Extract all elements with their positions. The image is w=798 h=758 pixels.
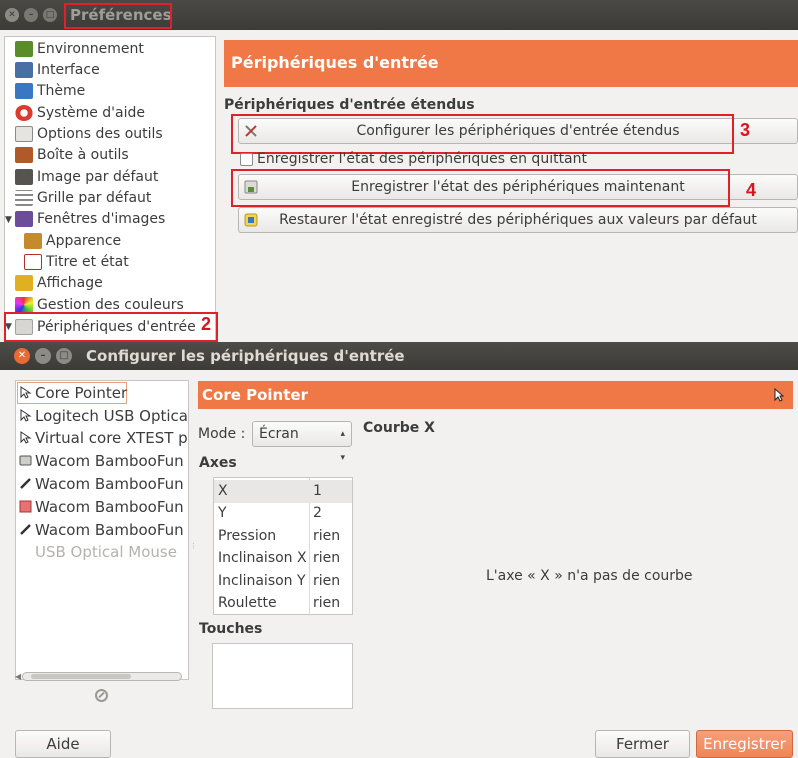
save-on-exit-label: Enregistrer l'état des périphériques en …: [257, 151, 587, 167]
display-icon: [15, 275, 33, 291]
configure-input-devices-window: ✕ – □ Configurer les périphériques d'ent…: [0, 342, 798, 758]
keys-label: Touches: [199, 621, 263, 637]
extended-devices-section-label: Périphériques d'entrée étendus: [224, 97, 475, 113]
device-list: Core Pointer Logitech USB Optical Virtua…: [15, 380, 189, 680]
preferences-window: ✕ – □ Préférences 1 Environnement Interf…: [0, 0, 798, 345]
panel-title: Périphériques d'entrée: [231, 53, 439, 72]
close-button[interactable]: Fermer: [595, 730, 690, 758]
updown-arrows-icon: ▴ ▾: [340, 429, 345, 463]
title-status-icon: [24, 254, 42, 270]
toolbox-icon: [15, 147, 33, 163]
device-list-scrollbar[interactable]: [22, 672, 182, 681]
interface-icon: [15, 62, 33, 78]
axis-row-wheel[interactable]: Roulette rien: [214, 592, 352, 615]
maximize-window-icon[interactable]: □: [43, 8, 57, 22]
no-curve-message: L'axe « X » n'a pas de courbe: [486, 568, 693, 584]
tool-options-icon: [15, 126, 33, 142]
device-item-core-pointer[interactable]: Core Pointer: [16, 382, 188, 404]
preferences-category-tree: Environnement Interface Thème Système d'…: [4, 36, 216, 341]
input-devices-panel-header: Périphériques d'entrée: [224, 40, 798, 87]
annotation-number-4: 4: [746, 180, 757, 200]
minimize-window-icon[interactable]: –: [35, 348, 51, 364]
device-header: Core Pointer: [198, 381, 793, 409]
default-grid-icon: [15, 190, 33, 206]
axis-row-x[interactable]: X 1: [214, 480, 352, 503]
pointer-icon: [20, 386, 32, 399]
curve-title: Courbe X: [363, 420, 435, 436]
pane-grip-icon[interactable]: ⋮: [190, 542, 197, 550]
device-item-usb-optical-mouse[interactable]: USB Optical Mouse: [16, 541, 188, 563]
axis-row-y[interactable]: Y 2: [214, 502, 352, 525]
device-item-wacom-4[interactable]: Wacom BambooFun 4: [16, 519, 188, 541]
no-entry-icon: [95, 689, 108, 702]
pointer-icon: [20, 431, 32, 444]
device-title: Core Pointer: [202, 386, 308, 404]
help-lifebuoy-icon: [15, 105, 33, 121]
close-window-icon[interactable]: ✕: [14, 348, 30, 364]
axes-label: Axes: [199, 455, 237, 471]
color-management-icon: [15, 297, 33, 313]
annotation-box-4: [231, 169, 730, 207]
annotation-box-3: [231, 114, 734, 154]
restore-devices-default-button[interactable]: Restaurer l'état enregistré des périphér…: [238, 207, 798, 233]
appearance-icon: [24, 233, 42, 249]
close-window-icon[interactable]: ✕: [5, 8, 19, 22]
maximize-window-icon[interactable]: □: [56, 348, 72, 364]
pen-icon: [20, 524, 31, 535]
device-item-logitech[interactable]: Logitech USB Optical: [16, 405, 188, 427]
save-on-exit-checkbox[interactable]: [240, 153, 253, 166]
scroll-left-icon[interactable]: ◀: [15, 671, 22, 682]
device-item-wacom-2[interactable]: Wacom BambooFun 4: [16, 473, 188, 495]
axis-row-pressure[interactable]: Pression rien: [214, 525, 352, 548]
device-item-wacom-3[interactable]: Wacom BambooFun 4: [16, 496, 188, 518]
mode-label: Mode :: [198, 426, 246, 442]
pen-icon: [20, 478, 31, 489]
minimize-window-icon[interactable]: –: [24, 8, 38, 22]
theme-icon: [15, 83, 33, 99]
mouse-cursor-icon: [774, 388, 784, 402]
config-titlebar: ✕ – □ Configurer les périphériques d'ent…: [0, 342, 798, 370]
eraser-icon: [19, 500, 32, 513]
restore-icon: [244, 213, 258, 227]
device-item-wacom-1[interactable]: Wacom BambooFun 4: [16, 450, 188, 472]
scrollbar-thumb[interactable]: [31, 674, 131, 679]
axis-row-tilt-x[interactable]: Inclinaison X rien: [214, 547, 352, 570]
annotation-box-1: [64, 3, 172, 29]
tree-expander-icon[interactable]: ▼: [5, 215, 12, 225]
annotation-number-3: 3: [740, 120, 751, 140]
annotation-box-2: [4, 312, 218, 342]
image-windows-icon: [15, 211, 33, 227]
default-image-icon: [15, 169, 33, 185]
environment-icon: [15, 41, 33, 57]
config-window-title: Configurer les périphériques d'entrée: [86, 347, 405, 365]
mode-select[interactable]: Écran ▴ ▾: [252, 421, 352, 463]
keys-list: [212, 643, 353, 709]
annotation-number-2: 2: [201, 314, 212, 334]
tablet-icon: [19, 455, 32, 466]
axis-row-tilt-y[interactable]: Inclinaison Y rien: [214, 570, 352, 593]
help-button[interactable]: Aide: [15, 730, 111, 758]
device-item-virtual-core[interactable]: Virtual core XTEST po: [16, 427, 188, 449]
save-button[interactable]: Enregistrer: [696, 730, 793, 758]
axes-table: X 1 Y 2 Pression rien Inclinaison X rien…: [213, 477, 353, 616]
pointer-icon: [20, 409, 32, 422]
